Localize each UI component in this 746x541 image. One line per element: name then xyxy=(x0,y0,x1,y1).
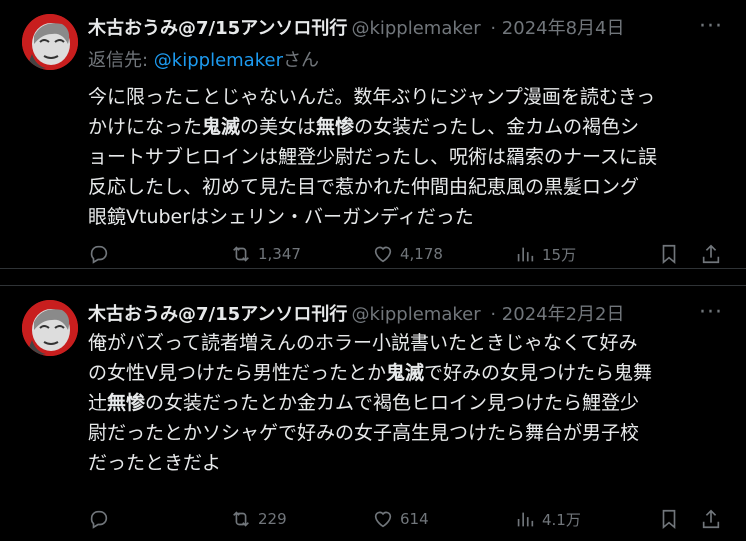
tweet-text: 俺がバズって読者増えんのホラー小説書いたときじゃなくて好み の女性V見つけたら男性… xyxy=(88,328,728,478)
bookmark-icon xyxy=(662,244,676,265)
tweet-text-line: 俺がバズって読者増えんのホラー小説書いたときじゃなくて好み xyxy=(88,328,728,358)
like-button[interactable]: 614 xyxy=(372,505,429,533)
reply-icon xyxy=(90,510,108,529)
tweet-text-line: 眼鏡Vtuberはシェリン・バーガンディだった xyxy=(88,202,728,232)
views-icon xyxy=(517,247,534,262)
like-icon xyxy=(374,511,392,528)
reply-suffix: さん xyxy=(282,50,319,71)
reply-icon xyxy=(90,245,108,264)
more-icon[interactable]: ··· xyxy=(696,15,726,43)
author-handle[interactable]: @kipplemaker xyxy=(351,18,480,39)
avatar-illustration xyxy=(22,300,78,356)
views-button[interactable]: 4.1万 xyxy=(514,505,581,533)
views-button[interactable]: 15万 xyxy=(514,240,576,268)
tweet-text-line: 辻無惨の女装だったとか金カムで褐色ヒロイン見つけたら鯉登少 xyxy=(88,388,728,418)
action-bar: 229 614 4.1万 xyxy=(88,505,728,533)
tweet-date[interactable]: 2024年2月2日 xyxy=(502,304,625,325)
bold-text-segment: 鬼滅 xyxy=(202,116,241,138)
text-segment: 反応したし、初めて見た目で惹かれた仲間由紀恵風の黒髪ロング xyxy=(88,176,640,198)
like-button[interactable]: 4,178 xyxy=(372,240,443,268)
share-button[interactable] xyxy=(700,240,722,268)
tweet-text-line: の女性V見つけたら男性だったとか鬼滅で好みの女見つけたら鬼舞 xyxy=(88,358,728,388)
reply-button[interactable] xyxy=(88,505,110,533)
text-segment: の女性V見つけたら男性だったとか xyxy=(88,362,386,384)
action-bar: 1,347 4,178 15万 xyxy=(88,240,728,268)
divider xyxy=(0,268,746,269)
separator-dot: · xyxy=(484,18,502,39)
reply-mention-link[interactable]: @kipplemaker xyxy=(154,50,283,71)
reply-prefix: 返信先: xyxy=(88,50,154,71)
like-count: 4,178 xyxy=(400,245,443,263)
avatar[interactable] xyxy=(22,14,78,70)
text-segment: だったときだよ xyxy=(88,452,222,474)
avatar-illustration xyxy=(22,14,78,70)
text-segment: 今に限ったことじゃないんだ。数年ぶりにジャンプ漫画を読むきっ xyxy=(88,86,656,108)
views-icon xyxy=(517,512,534,527)
repost-icon xyxy=(233,246,249,262)
more-icon[interactable]: ··· xyxy=(696,301,726,329)
share-icon xyxy=(702,509,720,529)
text-segment: の美女は xyxy=(240,116,317,138)
author-name[interactable]: 木古おうみ@7/15アンソロ刊行 xyxy=(88,18,347,39)
reply-button[interactable] xyxy=(88,240,110,268)
author-handle[interactable]: @kipplemaker xyxy=(351,304,480,325)
bookmark-button[interactable] xyxy=(658,505,680,533)
repost-count: 229 xyxy=(258,510,287,528)
repost-button[interactable]: 1,347 xyxy=(230,240,301,268)
repost-count: 1,347 xyxy=(258,245,301,263)
text-segment: の女装だったし、金カムの褐色シ xyxy=(354,116,640,138)
text-segment: ョートサブヒロインは鯉登少尉だったし、呪術は羂索のナースに誤 xyxy=(88,146,658,168)
tweet-text-line: 今に限ったことじゃないんだ。数年ぶりにジャンプ漫画を読むきっ xyxy=(88,82,728,112)
tweet-text-line: だったときだよ xyxy=(88,448,728,478)
tweet-header: 木古おうみ@7/15アンソロ刊行 @kipplemaker · 2024年8月4日 xyxy=(88,15,625,43)
bookmark-button[interactable] xyxy=(658,240,680,268)
like-count: 614 xyxy=(400,510,429,528)
views-count: 4.1万 xyxy=(542,510,581,529)
tweet-date[interactable]: 2024年8月4日 xyxy=(502,18,625,39)
text-segment: で好みの女見つけたら鬼舞 xyxy=(424,362,653,384)
text-segment: 俺がバズって読者増えんのホラー小説書いたときじゃなくて好み xyxy=(88,332,638,354)
tweet-1[interactable]: 木古おうみ@7/15アンソロ刊行 @kipplemaker · 2024年8月4日… xyxy=(0,0,746,268)
text-segment: かけになった xyxy=(88,116,203,138)
tweet-text-line: ョートサブヒロインは鯉登少尉だったし、呪術は羂索のナースに誤 xyxy=(88,142,728,172)
bold-text-segment: 無惨 xyxy=(107,392,146,414)
author-name[interactable]: 木古おうみ@7/15アンソロ刊行 xyxy=(88,304,347,325)
share-icon xyxy=(702,244,720,264)
views-count: 15万 xyxy=(542,245,577,264)
tweet-header: 木古おうみ@7/15アンソロ刊行 @kipplemaker · 2024年2月2日 xyxy=(88,301,625,329)
tweet-text: 今に限ったことじゃないんだ。数年ぶりにジャンプ漫画を読むきっ かけになった鬼滅の美… xyxy=(88,82,728,232)
tweet-text-line: かけになった鬼滅の美女は無惨の女装だったし、金カムの褐色シ xyxy=(88,112,728,142)
bookmark-icon xyxy=(662,509,676,530)
tweet-2[interactable]: 木古おうみ@7/15アンソロ刊行 @kipplemaker · 2024年2月2日… xyxy=(0,286,746,541)
share-button[interactable] xyxy=(700,505,722,533)
text-segment: 眼鏡Vtuberはシェリン・バーガンディだった xyxy=(88,206,474,228)
text-segment: の女装だったとか金カムで褐色ヒロイン見つけたら鯉登少 xyxy=(145,392,640,414)
bold-text-segment: 鬼滅 xyxy=(386,362,425,384)
repost-button[interactable]: 229 xyxy=(230,505,287,533)
text-segment: 尉だったとかソシャゲで好みの女子高生見つけたら舞台が男子校 xyxy=(88,422,640,444)
like-icon xyxy=(374,246,392,263)
tweet-text-line: 尉だったとかソシャゲで好みの女子高生見つけたら舞台が男子校 xyxy=(88,418,728,448)
repost-icon xyxy=(233,511,249,527)
text-segment: 辻 xyxy=(88,392,108,414)
bold-text-segment: 無惨 xyxy=(316,116,355,138)
avatar[interactable] xyxy=(22,300,78,356)
separator-dot: · xyxy=(484,304,502,325)
reply-context: 返信先: @kipplemakerさん xyxy=(88,48,319,74)
tweet-text-line: 反応したし、初めて見た目で惹かれた仲間由紀恵風の黒髪ロング xyxy=(88,172,728,202)
